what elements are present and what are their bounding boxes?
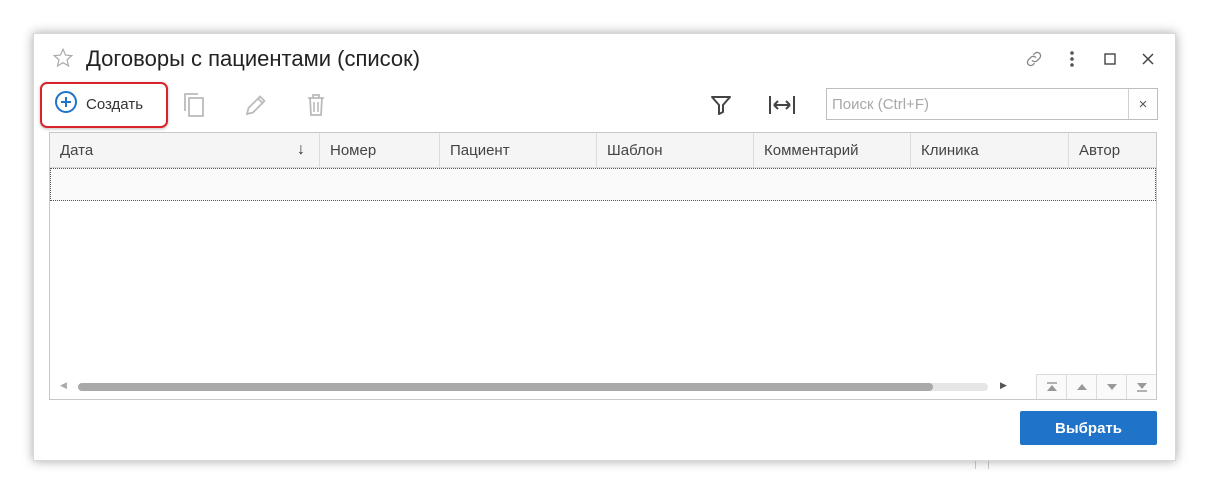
edit-icon[interactable] bbox=[241, 90, 271, 120]
search-input[interactable] bbox=[829, 89, 1135, 119]
column-number[interactable]: Номер bbox=[320, 133, 440, 167]
prev-row-icon[interactable] bbox=[1066, 375, 1096, 399]
last-row-icon[interactable] bbox=[1126, 375, 1156, 399]
scroll-track[interactable] bbox=[78, 383, 988, 391]
column-comment[interactable]: Комментарий bbox=[754, 133, 911, 167]
scroll-thumb[interactable] bbox=[78, 383, 933, 391]
window-title: Договоры с пациентами (список) bbox=[86, 46, 421, 71]
link-icon[interactable] bbox=[1015, 47, 1053, 71]
list-window: Договоры с пациентами (список) Создать П… bbox=[33, 33, 1176, 461]
select-button[interactable]: Выбрать bbox=[1020, 411, 1157, 445]
fit-width-icon[interactable] bbox=[767, 90, 797, 120]
horizontal-scrollbar[interactable]: ◀ ▶ bbox=[58, 379, 1008, 391]
sort-desc-icon: ↓ bbox=[297, 141, 305, 158]
scroll-right-icon[interactable]: ▶ bbox=[1000, 380, 1007, 391]
column-date[interactable]: Дата ↓ bbox=[50, 133, 320, 167]
create-label: Создать bbox=[86, 96, 144, 113]
delete-icon[interactable] bbox=[301, 90, 331, 120]
create-button[interactable]: Создать bbox=[40, 82, 168, 128]
more-menu-icon[interactable] bbox=[1053, 47, 1091, 71]
add-circle-icon bbox=[54, 90, 78, 119]
title-bar: Договоры с пациентами (список) bbox=[34, 34, 1175, 84]
close-icon[interactable] bbox=[1129, 47, 1167, 71]
table-row[interactable] bbox=[50, 168, 1156, 201]
column-author[interactable]: Автор bbox=[1069, 133, 1156, 167]
toolbar: Создать × bbox=[34, 82, 1175, 128]
search-box: × bbox=[826, 88, 1158, 120]
contracts-table: Дата ↓ Номер Пациент Шаблон Комментарий … bbox=[49, 132, 1157, 400]
column-template[interactable]: Шаблон bbox=[597, 133, 754, 167]
column-clinic[interactable]: Клиника bbox=[911, 133, 1069, 167]
maximize-icon[interactable] bbox=[1091, 47, 1129, 71]
column-patient[interactable]: Пациент bbox=[440, 133, 597, 167]
filter-icon[interactable] bbox=[706, 90, 736, 120]
scroll-left-icon[interactable]: ◀ bbox=[60, 380, 67, 391]
star-icon[interactable] bbox=[52, 47, 74, 69]
first-row-icon[interactable] bbox=[1036, 375, 1066, 399]
next-row-icon[interactable] bbox=[1096, 375, 1126, 399]
row-navigation bbox=[1036, 374, 1156, 399]
table-header: Дата ↓ Номер Пациент Шаблон Комментарий … bbox=[50, 133, 1156, 168]
copy-icon[interactable] bbox=[179, 90, 209, 120]
search-clear-button[interactable]: × bbox=[1128, 89, 1157, 119]
